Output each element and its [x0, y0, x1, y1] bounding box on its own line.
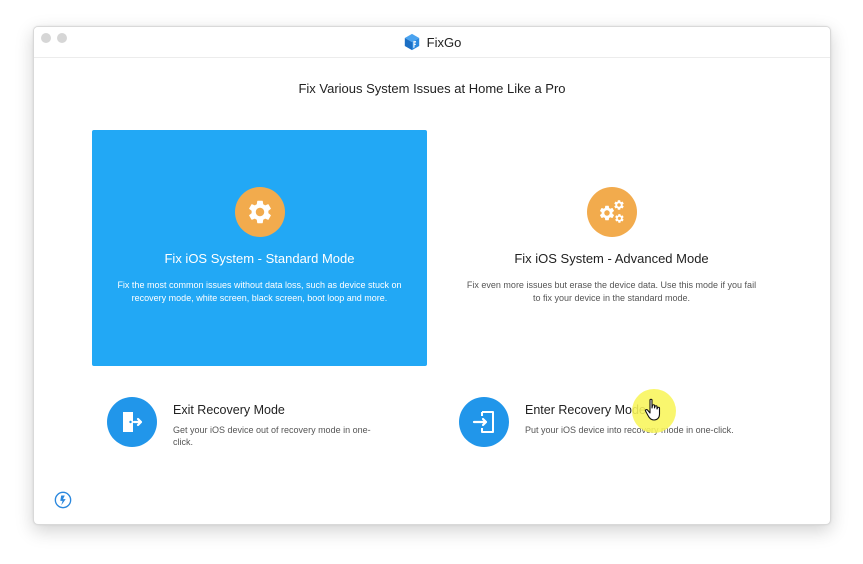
app-window: FixGo Fix Various System Issues at Home …: [33, 26, 831, 525]
gears-icon: [586, 187, 637, 237]
exit-door-icon: [107, 397, 157, 447]
app-title: FixGo: [34, 33, 830, 51]
standard-mode-title: Fix iOS System - Standard Mode: [164, 251, 355, 266]
feedback-icon[interactable]: [54, 491, 72, 509]
gear-icon: [234, 187, 285, 237]
advanced-mode-title: Fix iOS System - Advanced Mode: [514, 251, 709, 266]
exit-recovery-mode-title: Exit Recovery Mode: [173, 403, 285, 417]
title-bar: FixGo: [34, 27, 830, 58]
advanced-mode-card[interactable]: Fix iOS System - Advanced Mode Fix even …: [444, 130, 779, 366]
page-headline: Fix Various System Issues at Home Like a…: [298, 81, 566, 96]
enter-door-icon: [459, 397, 509, 447]
app-name: FixGo: [426, 34, 462, 50]
fixgo-cube-logo-icon: [404, 33, 419, 51]
hand-pointer-icon: [644, 398, 661, 421]
enter-recovery-mode-title: Enter Recovery Mode: [525, 403, 646, 417]
standard-mode-card[interactable]: Fix iOS System - Standard Mode Fix the m…: [92, 130, 427, 366]
exit-recovery-mode-description: Get your iOS device out of recovery mode…: [173, 425, 371, 447]
enter-recovery-mode-button[interactable]: Enter Recovery Mode Put your iOS device …: [459, 393, 789, 463]
exit-recovery-mode-button[interactable]: Exit Recovery Mode Get your iOS device o…: [107, 393, 397, 463]
standard-mode-description: Fix the most common issues without data …: [117, 280, 402, 303]
advanced-mode-description: Fix even more issues but erase the devic…: [466, 280, 757, 303]
